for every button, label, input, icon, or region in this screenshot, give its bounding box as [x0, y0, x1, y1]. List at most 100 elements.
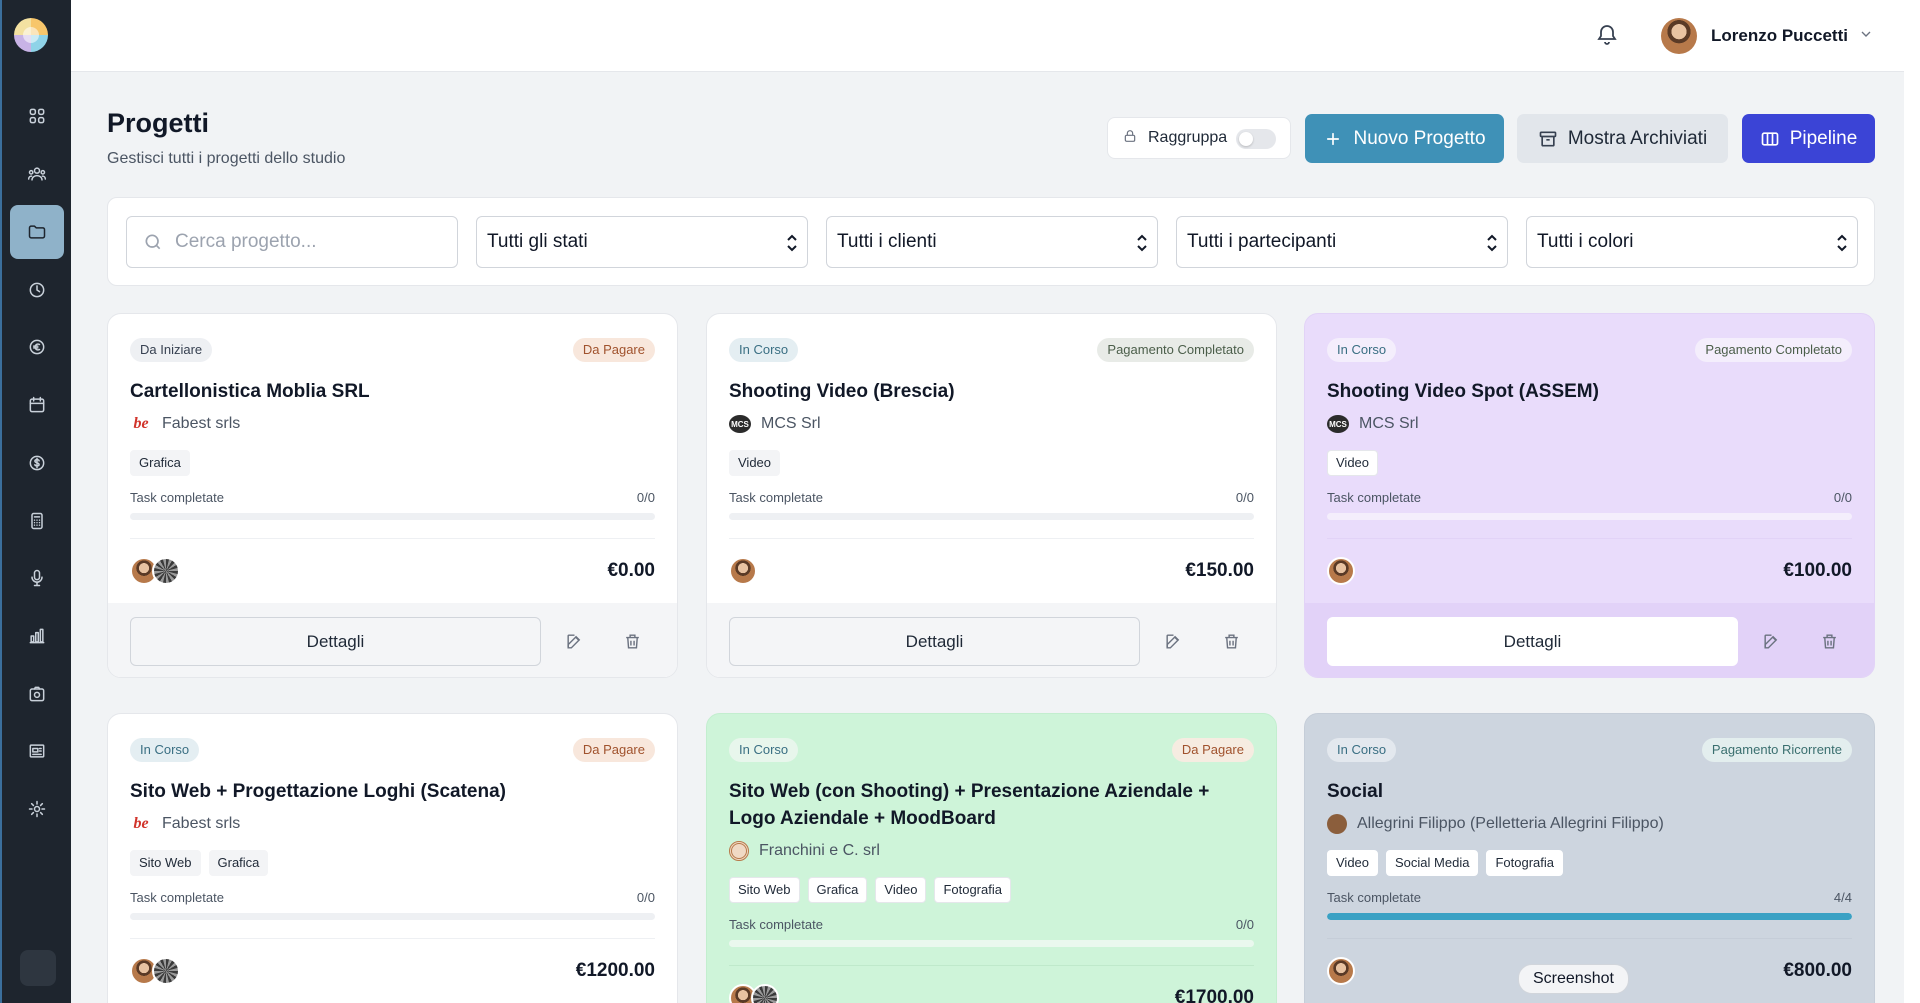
edit-icon[interactable] [565, 632, 585, 652]
tag: Grafica [807, 877, 868, 903]
dashboard-icon[interactable] [10, 89, 64, 143]
client-logo-icon [729, 841, 749, 861]
euro-icon[interactable] [10, 320, 64, 374]
client-name: Fabest srls [162, 415, 241, 432]
lock-icon [1122, 128, 1138, 149]
card-actions: Dettagli [108, 603, 677, 677]
project-tags: Sito Web Grafica [130, 850, 655, 876]
avatar[interactable] [1327, 557, 1355, 585]
progress-bar [729, 513, 1254, 520]
tag: Fotografia [1486, 850, 1563, 876]
edit-icon[interactable] [1762, 632, 1782, 652]
folder-icon[interactable] [10, 205, 64, 259]
payment-badge: Da Pagare [572, 338, 655, 362]
status-select-value: Tutti gli stati [487, 231, 588, 252]
tag: Grafica [208, 850, 269, 876]
client-name: Fabest srls [162, 815, 241, 832]
trash-icon[interactable] [1820, 632, 1840, 652]
tasks-count: 0/0 [636, 890, 655, 905]
show-archived-button[interactable]: Mostra Archiviati [1517, 114, 1728, 163]
edit-icon[interactable] [1164, 632, 1184, 652]
details-button[interactable]: Dettagli [130, 617, 541, 666]
select-arrows-icon [1135, 233, 1149, 253]
project-title[interactable]: Social [1327, 778, 1852, 805]
details-button[interactable]: Dettagli [1327, 617, 1738, 666]
avatar[interactable] [1327, 957, 1355, 985]
dollar-icon[interactable] [10, 436, 64, 490]
calculator-icon[interactable] [10, 494, 64, 548]
select-arrows-icon [1835, 233, 1849, 253]
project-title[interactable]: Sito Web + Progettazione Loghi (Scatena) [130, 778, 655, 805]
bell-icon[interactable] [1595, 22, 1623, 50]
project-card[interactable]: In Corso Da Pagare Sito Web + Progettazi… [107, 713, 678, 1003]
newspaper-icon[interactable] [10, 724, 64, 778]
project-title[interactable]: Shooting Video Spot (ASSEM) [1327, 378, 1852, 405]
colors-select[interactable]: Tutti i colori [1526, 216, 1858, 268]
calendar-icon[interactable] [10, 378, 64, 432]
avatar[interactable] [152, 557, 180, 585]
project-title[interactable]: Cartellonistica Moblia SRL [130, 378, 655, 405]
sidebar-footer-button[interactable] [20, 950, 56, 986]
select-arrows-icon [785, 233, 799, 253]
new-project-button[interactable]: Nuovo Progetto [1305, 114, 1504, 163]
avatar[interactable] [152, 957, 180, 985]
bar-chart-icon[interactable] [10, 609, 64, 663]
tasks-progress: Task completate 0/0 [130, 890, 655, 905]
tag: Fotografia [934, 877, 1011, 903]
project-card[interactable]: In Corso Pagamento Completato Shooting V… [1304, 313, 1875, 678]
project-title[interactable]: Sito Web (con Shooting) + Presentazione … [729, 778, 1254, 832]
search-input[interactable] [175, 231, 455, 253]
participants-select[interactable]: Tutti i partecipanti [1176, 216, 1508, 268]
page-subtitle: Gestisci tutti i progetti dello studio [107, 150, 346, 167]
user-avatar[interactable] [1661, 18, 1697, 54]
chevron-down-icon[interactable] [1858, 26, 1876, 44]
users-icon[interactable] [10, 147, 64, 201]
project-price: €100.00 [1783, 560, 1852, 581]
app-logo[interactable] [14, 18, 48, 52]
search-box[interactable] [126, 216, 458, 268]
status-badge: In Corso [1327, 738, 1397, 762]
pipeline-label: Pipeline [1789, 127, 1858, 149]
tag: Video [875, 877, 927, 903]
pipeline-button[interactable]: Pipeline [1742, 114, 1875, 163]
clock-icon[interactable] [10, 263, 64, 317]
trash-icon[interactable] [1222, 632, 1242, 652]
avatar[interactable] [751, 984, 779, 1003]
search-icon [145, 234, 161, 250]
page-title: Progetti [107, 108, 210, 138]
project-card[interactable]: In Corso Pagamento Completato Shooting V… [706, 313, 1277, 678]
tasks-label: Task completate [1327, 490, 1421, 505]
participants [130, 557, 180, 585]
tag: Social Media [1386, 850, 1479, 876]
tag: Sito Web [729, 877, 800, 903]
tasks-count: 4/4 [1833, 890, 1852, 905]
tasks-label: Task completate [729, 490, 823, 505]
project-card[interactable]: In Corso Da Pagare Sito Web (con Shootin… [706, 713, 1277, 1003]
client-logo-icon [1327, 814, 1347, 834]
camera-icon[interactable] [10, 667, 64, 721]
tasks-count: 0/0 [1833, 490, 1852, 505]
select-arrows-icon [1485, 233, 1499, 253]
project-title[interactable]: Shooting Video (Brescia) [729, 378, 1254, 405]
payment-badge: Pagamento Completato [1695, 338, 1852, 362]
project-card[interactable]: In Corso Pagamento Ricorrente Social All… [1304, 713, 1875, 1003]
progress-bar [1327, 913, 1852, 920]
clients-select[interactable]: Tutti i clienti [826, 216, 1158, 268]
group-toggle[interactable]: Raggruppa [1107, 117, 1291, 159]
user-name[interactable]: Lorenzo Puccetti [1711, 26, 1848, 46]
tasks-count: 0/0 [1235, 490, 1254, 505]
trash-icon[interactable] [623, 632, 643, 652]
project-card[interactable]: Da Iniziare Da Pagare Cartellonistica Mo… [107, 313, 678, 678]
status-select[interactable]: Tutti gli stati [476, 216, 808, 268]
microphone-icon[interactable] [10, 551, 64, 605]
project-price: €800.00 [1783, 960, 1852, 981]
gear-icon[interactable] [10, 782, 64, 836]
scrollbar[interactable] [1904, 0, 1920, 1003]
details-button[interactable]: Dettagli [729, 617, 1140, 666]
participants [1327, 957, 1355, 985]
tasks-progress: Task completate 0/0 [729, 490, 1254, 505]
status-badge: In Corso [130, 738, 200, 762]
project-client: Allegrini Filippo (Pelletteria Allegrini… [1327, 812, 1852, 836]
avatar[interactable] [729, 557, 757, 585]
group-switch[interactable] [1236, 129, 1276, 149]
